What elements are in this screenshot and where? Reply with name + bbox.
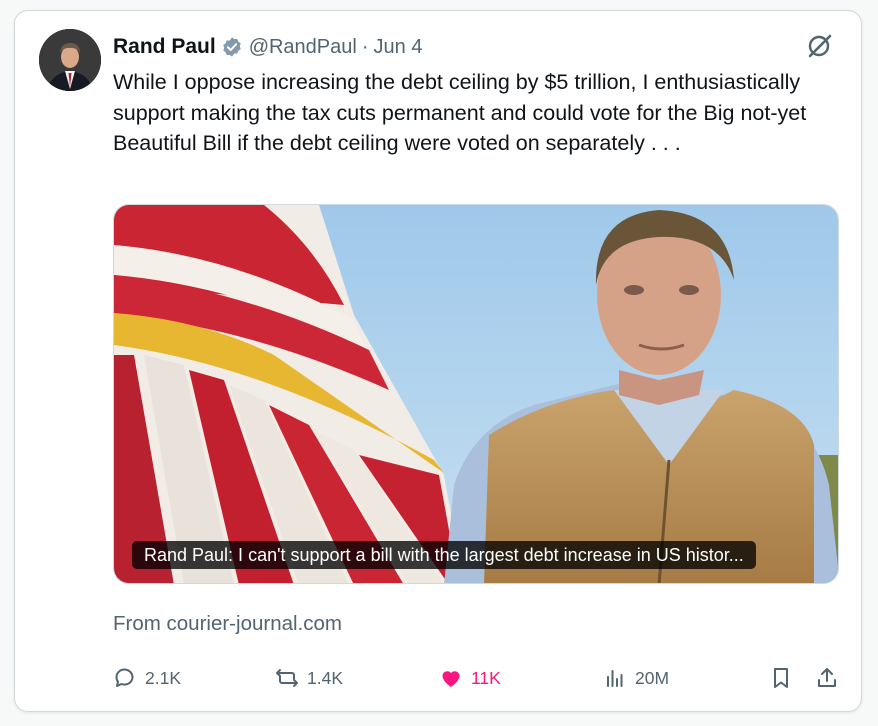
like-button[interactable]: 11K [439, 663, 501, 693]
views-chart-icon [607, 670, 623, 687]
avatar[interactable] [39, 29, 101, 91]
bookmark-button[interactable] [769, 663, 801, 693]
author-handle[interactable]: @RandPaul [249, 36, 357, 59]
action-bar: 2.1K 1.4K 11K 20M [113, 663, 841, 693]
avatar-image [39, 29, 101, 91]
repost-button[interactable]: 1.4K [275, 663, 343, 693]
tweet-text: While I oppose increasing the debt ceili… [113, 70, 813, 155]
link-card-caption: Rand Paul: I can't support a bill with t… [132, 541, 756, 569]
tweet-header: Rand Paul @RandPaul · Jun 4 [113, 33, 422, 61]
repost-count: 1.4K [307, 667, 343, 688]
tweet-card[interactable]: Rand Paul @RandPaul · Jun 4 While I oppo… [14, 10, 862, 712]
views-button[interactable]: 20M [603, 663, 669, 693]
heart-icon [442, 671, 460, 687]
separator-dot: · [361, 35, 369, 58]
verified-badge-icon [221, 36, 243, 58]
like-count: 11K [471, 667, 501, 688]
article-photo [114, 205, 838, 583]
author-name[interactable]: Rand Paul [113, 35, 216, 59]
share-icon [818, 668, 836, 687]
link-card-image[interactable]: Rand Paul: I can't support a bill with t… [113, 204, 839, 584]
reply-count: 2.1K [145, 667, 181, 688]
post-date[interactable]: Jun 4 [374, 36, 423, 59]
repost-icon [276, 669, 298, 687]
share-button[interactable] [815, 663, 847, 693]
views-count: 20M [635, 667, 670, 688]
link-source[interactable]: From courier-journal.com [113, 612, 342, 636]
reply-button[interactable]: 2.1K [113, 663, 181, 693]
bookmark-icon [774, 668, 788, 688]
reply-icon [115, 668, 134, 687]
grok-icon[interactable] [805, 31, 835, 61]
